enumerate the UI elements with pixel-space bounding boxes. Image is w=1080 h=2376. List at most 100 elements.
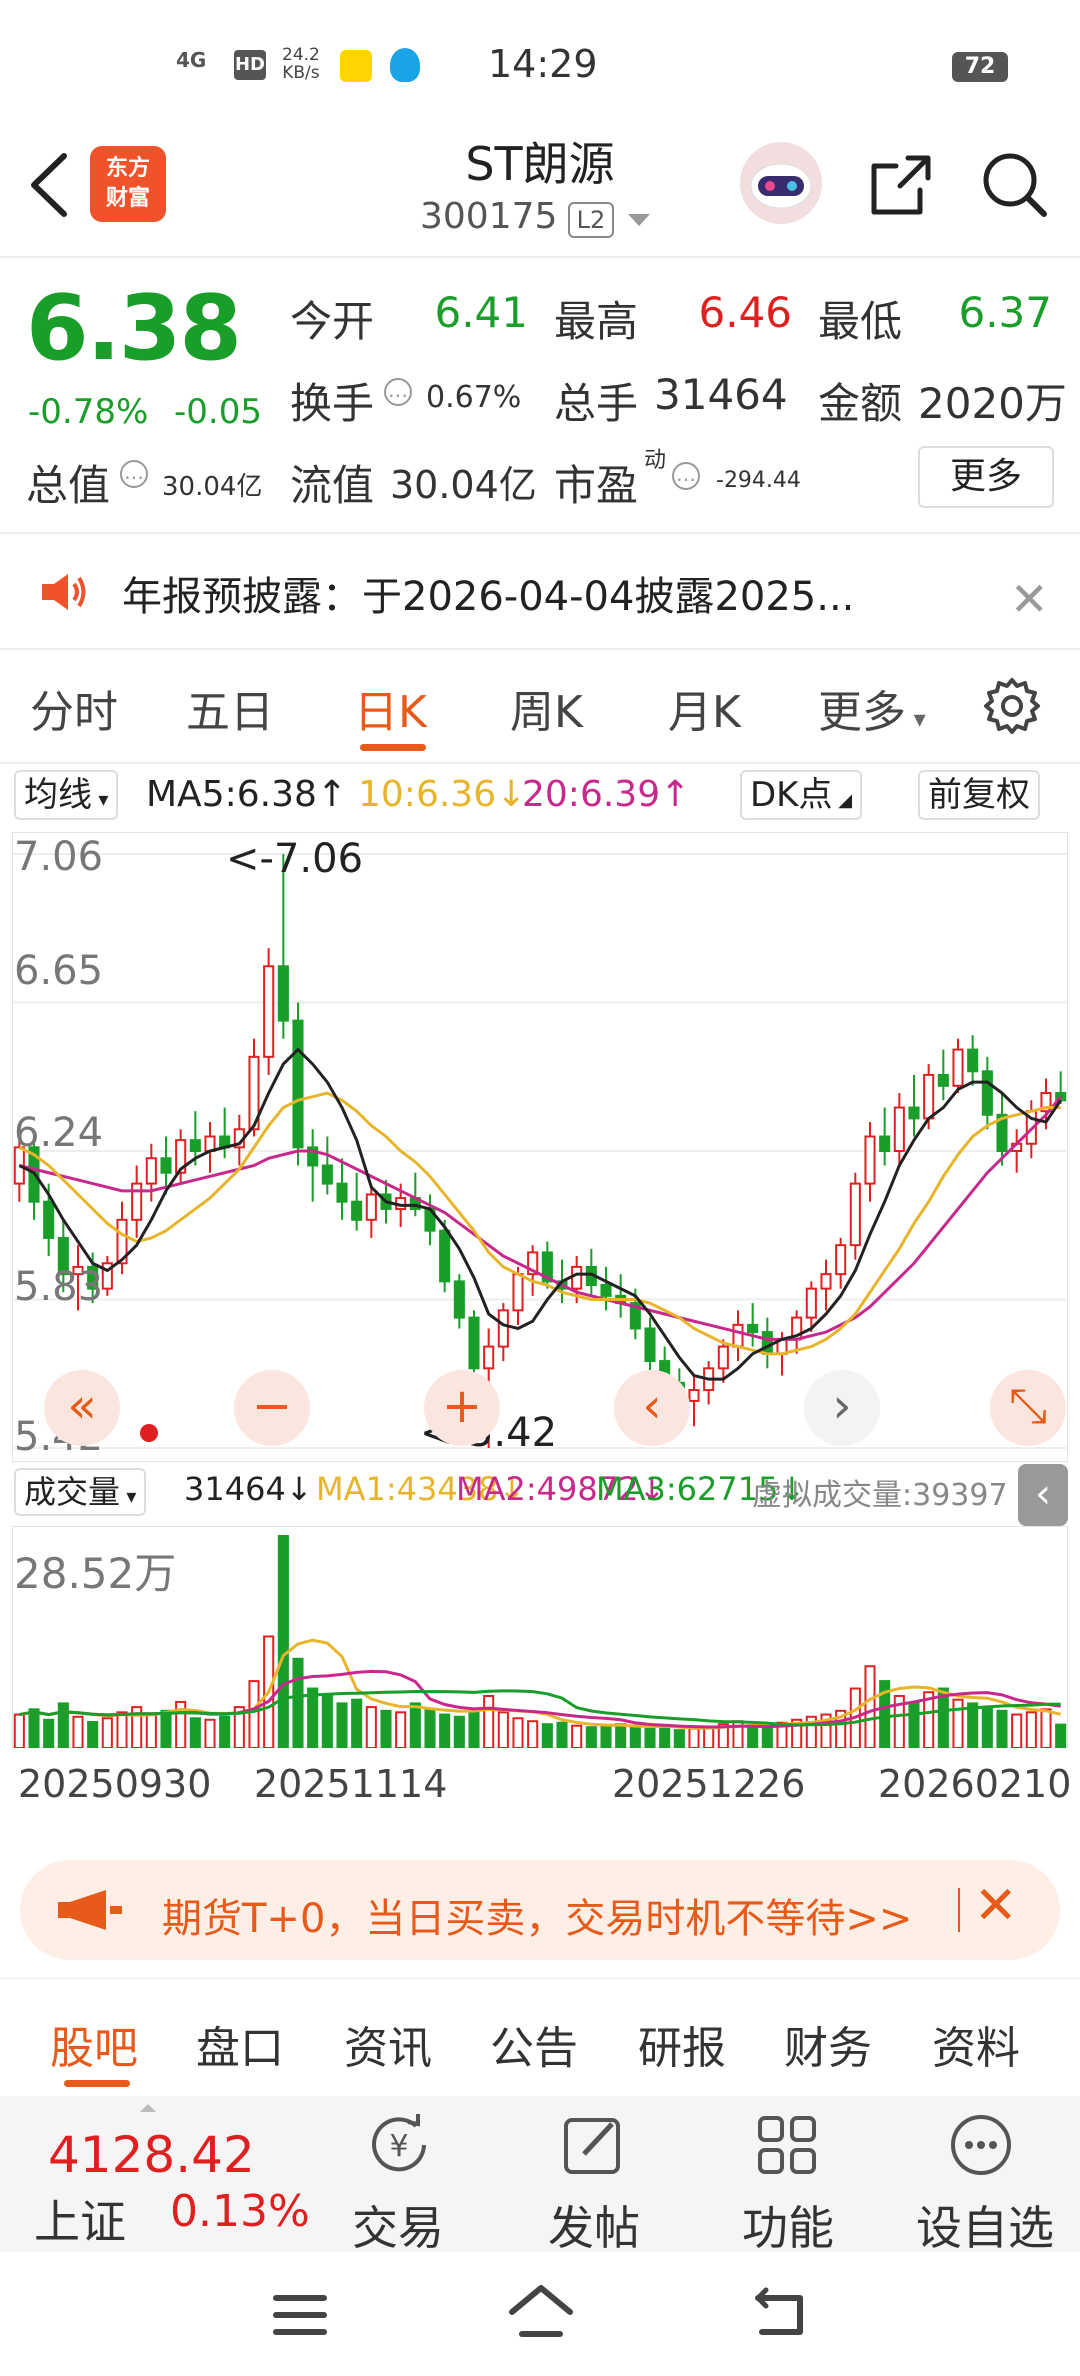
volume-bar	[72, 1715, 84, 1748]
tab-orderbook[interactable]: 盘口	[196, 2012, 284, 2076]
volume-bar	[541, 1723, 553, 1748]
index-value[interactable]: 4128.42	[48, 2126, 255, 2184]
volume-max-label: 28.52万	[14, 1549, 177, 1598]
step-right-icon[interactable]: ›	[804, 1370, 880, 1446]
tab-five-day[interactable]: 五日	[186, 676, 274, 740]
chevron-down-icon[interactable]	[628, 214, 650, 226]
edit-icon[interactable]	[558, 2110, 628, 2180]
volume-bar	[395, 1711, 407, 1748]
menu-icon[interactable]	[272, 2292, 328, 2338]
volume-bar	[527, 1720, 539, 1748]
tab-monthly-k[interactable]: 月K	[668, 676, 741, 740]
trade-label[interactable]: 交易	[328, 2192, 468, 2258]
ma-select[interactable]: 均线 ▾	[14, 770, 119, 820]
volume-bar	[703, 1726, 715, 1748]
tab-profile[interactable]: 资料	[932, 2012, 1020, 2076]
volume-bar	[967, 1702, 979, 1748]
y-tick: 6.65	[14, 948, 104, 994]
open-value: 6.41	[434, 288, 528, 337]
more-quote-button[interactable]: 更多	[918, 446, 1054, 508]
tab-forum[interactable]: 股吧	[50, 2012, 138, 2076]
info-icon[interactable]: …	[384, 378, 412, 406]
volume-bar	[248, 1680, 260, 1748]
promo-text: 期货T+0，当日买卖，交易时机不等待>>	[162, 1896, 913, 1942]
amount-value: 2020万	[918, 379, 1067, 428]
candle	[145, 1157, 157, 1185]
close-icon[interactable]: ✕	[974, 1876, 1018, 1936]
tab-research[interactable]: 研报	[638, 2012, 726, 2076]
volume-bar	[87, 1720, 99, 1748]
volume-bar	[981, 1706, 993, 1748]
scroll-left-icon[interactable]: «	[44, 1370, 120, 1446]
functions-label[interactable]: 功能	[718, 2192, 858, 2258]
ma10-value: 10:6.36↓	[358, 774, 527, 815]
more-dots-icon[interactable]	[946, 2110, 1016, 2180]
notice-bar[interactable]: 年报预披露：于2026-04-04披露2025... ✕	[0, 536, 1080, 646]
tab-intraday[interactable]: 分时	[30, 676, 118, 740]
active-tab-indicator	[64, 2080, 130, 2087]
home-icon[interactable]	[508, 2282, 574, 2342]
volume-bar	[761, 1726, 773, 1748]
fullscreen-icon[interactable]: ⤡	[990, 1370, 1066, 1446]
candle	[908, 1106, 920, 1120]
back-arrow-icon[interactable]	[26, 150, 72, 220]
level2-badge[interactable]: L2	[568, 202, 614, 238]
y-tick: 7.06	[14, 834, 104, 880]
turnover-value: 0.67%	[426, 380, 522, 415]
collapse-panel-icon[interactable]: ‹	[1018, 1464, 1068, 1526]
current-price: 6.38	[26, 276, 242, 381]
tab-news[interactable]: 资讯	[344, 2012, 432, 2076]
stock-code[interactable]: 300175	[420, 196, 557, 237]
volume-bar	[952, 1698, 964, 1748]
volume-bar	[673, 1729, 685, 1748]
search-icon[interactable]	[980, 150, 1050, 220]
x-tick: 20251226	[612, 1762, 806, 1806]
candle	[981, 1070, 993, 1116]
candle	[321, 1164, 333, 1185]
network-speed: 24.2 KB/s	[282, 45, 320, 83]
back-icon[interactable]	[752, 2284, 808, 2340]
assistant-avatar-icon[interactable]	[740, 142, 822, 224]
post-label[interactable]: 发帖	[524, 2192, 664, 2258]
info-icon[interactable]: …	[672, 462, 700, 490]
x-tick: 20250930	[18, 1762, 212, 1806]
ma5-value: MA5:6.38↑	[146, 774, 348, 815]
candlestick-chart[interactable]	[12, 832, 1068, 1462]
volume-bar	[468, 1709, 480, 1748]
volume-current: 31464↓	[184, 1470, 313, 1508]
volume-indicator-select[interactable]: 成交量 ▾	[14, 1468, 147, 1516]
volume-bar	[629, 1726, 641, 1748]
adjust-select[interactable]: 前复权	[918, 770, 1040, 820]
gear-icon[interactable]	[982, 676, 1042, 736]
close-icon[interactable]: ✕	[1010, 572, 1049, 626]
add-watchlist-label[interactable]: 设自选	[900, 2192, 1070, 2258]
volume-bar	[28, 1708, 40, 1748]
grid-icon[interactable]	[752, 2110, 822, 2180]
zoom-out-icon[interactable]: −	[234, 1370, 310, 1446]
active-tab-indicator	[360, 744, 426, 751]
volume-bar	[996, 1709, 1008, 1748]
zoom-in-icon[interactable]: +	[424, 1370, 500, 1446]
info-icon[interactable]: …	[120, 460, 148, 488]
index-name[interactable]: 上证	[34, 2186, 126, 2252]
share-icon[interactable]	[868, 152, 934, 218]
candle	[439, 1229, 451, 1283]
volume-bar	[497, 1711, 509, 1748]
volume-label: 总手	[554, 379, 639, 428]
chevron-up-icon[interactable]	[140, 2104, 156, 2112]
tab-announcements[interactable]: 公告	[490, 2012, 578, 2076]
tab-financials[interactable]: 财务	[784, 2012, 872, 2076]
index-change[interactable]: 0.13%	[170, 2186, 310, 2237]
tab-weekly-k[interactable]: 周K	[510, 676, 583, 740]
dk-point-toggle[interactable]: DK点 ◢	[740, 770, 863, 820]
volume-bar	[1011, 1713, 1023, 1748]
pe-value: -294.44	[716, 468, 801, 493]
candle	[849, 1182, 861, 1247]
step-left-icon[interactable]: ‹	[614, 1370, 690, 1446]
yen-cycle-icon[interactable]: ¥	[364, 2110, 434, 2180]
promo-banner[interactable]: 期货T+0，当日买卖，交易时机不等待>> ✕	[20, 1860, 1060, 1960]
tab-daily-k[interactable]: 日K	[354, 676, 427, 740]
volume-bar	[659, 1724, 671, 1748]
tab-more[interactable]: 更多 ▾	[818, 676, 926, 740]
candle	[351, 1200, 363, 1221]
